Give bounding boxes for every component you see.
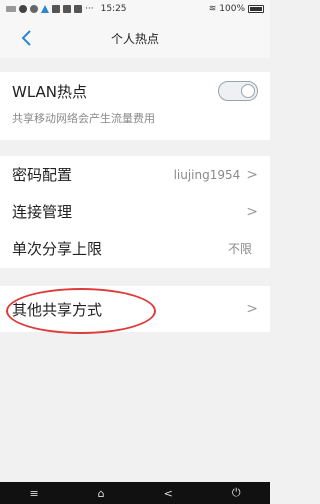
back-button[interactable] <box>12 24 40 52</box>
browser-icon <box>30 5 38 13</box>
clock: 15:25 <box>100 4 127 14</box>
hotspot-status-icon <box>63 5 71 13</box>
hotspot-row: WLAN热点 <box>0 72 270 110</box>
menu-icon[interactable]: ≡ <box>29 487 38 500</box>
battery-percent: 100% <box>219 4 245 14</box>
other-section: 其他共享方式 > <box>0 286 270 332</box>
chat-icon <box>19 5 27 13</box>
toggle-knob <box>241 84 255 98</box>
app-icon <box>74 5 82 13</box>
notification-icon <box>52 5 60 13</box>
password-label: 密码配置 <box>12 166 73 184</box>
warning-icon <box>41 5 49 13</box>
hotspot-label: WLAN热点 <box>12 82 88 101</box>
hotspot-toggle[interactable] <box>218 81 258 101</box>
page-title: 个人热点 <box>110 31 159 46</box>
other-sharing-label: 其他共享方式 <box>12 300 103 319</box>
more-indicator: ··· <box>85 4 94 14</box>
hotspot-section: WLAN热点 共享移动网络会产生流量费用 <box>0 72 270 140</box>
battery-icon <box>248 5 264 13</box>
connections-value-group: > <box>240 204 258 220</box>
chevron-left-icon <box>21 30 31 46</box>
status-bar: ··· 15:25 ≋ 100% <box>0 0 270 18</box>
settings-row-connections[interactable]: 连接管理 > <box>0 193 270 230</box>
hotspot-description: 共享移动网络会产生流量费用 <box>12 112 155 125</box>
share-limit-value: 不限 <box>227 242 252 256</box>
other-sharing-right: > <box>246 301 258 317</box>
signal-icon <box>6 6 16 12</box>
connections-label: 连接管理 <box>12 203 73 221</box>
back-icon[interactable]: < <box>164 487 173 500</box>
password-value: liujing1954 <box>173 167 241 182</box>
settings-row-password[interactable]: 密码配置 liujing1954 > <box>0 156 270 193</box>
other-sharing-row[interactable]: 其他共享方式 > <box>0 286 270 332</box>
share-limit-label: 单次分享上限 <box>12 240 103 258</box>
home-icon[interactable]: ⌂ <box>98 487 105 500</box>
chevron-right-icon: > <box>246 203 258 220</box>
power-icon[interactable]: ⏻ <box>232 486 241 500</box>
settings-row-share-limit[interactable]: 单次分享上限 不限 <box>0 230 270 267</box>
bottom-navigation: ≡ ⌂ < ⏻ <box>0 482 270 504</box>
settings-section: 密码配置 liujing1954 > 连接管理 > 单次分享上限 不限 <box>0 156 270 268</box>
password-value-group: liujing1954 > <box>174 167 258 183</box>
chevron-right-icon: > <box>246 301 258 317</box>
nav-bar: 个人热点 <box>0 18 270 58</box>
share-limit-value-group: 不限 <box>228 240 258 257</box>
status-left: ··· 15:25 <box>6 4 127 14</box>
status-right: ≋ 100% <box>209 4 264 14</box>
chevron-right-icon: > <box>246 166 258 183</box>
wifi-icon: ≋ <box>208 4 217 14</box>
